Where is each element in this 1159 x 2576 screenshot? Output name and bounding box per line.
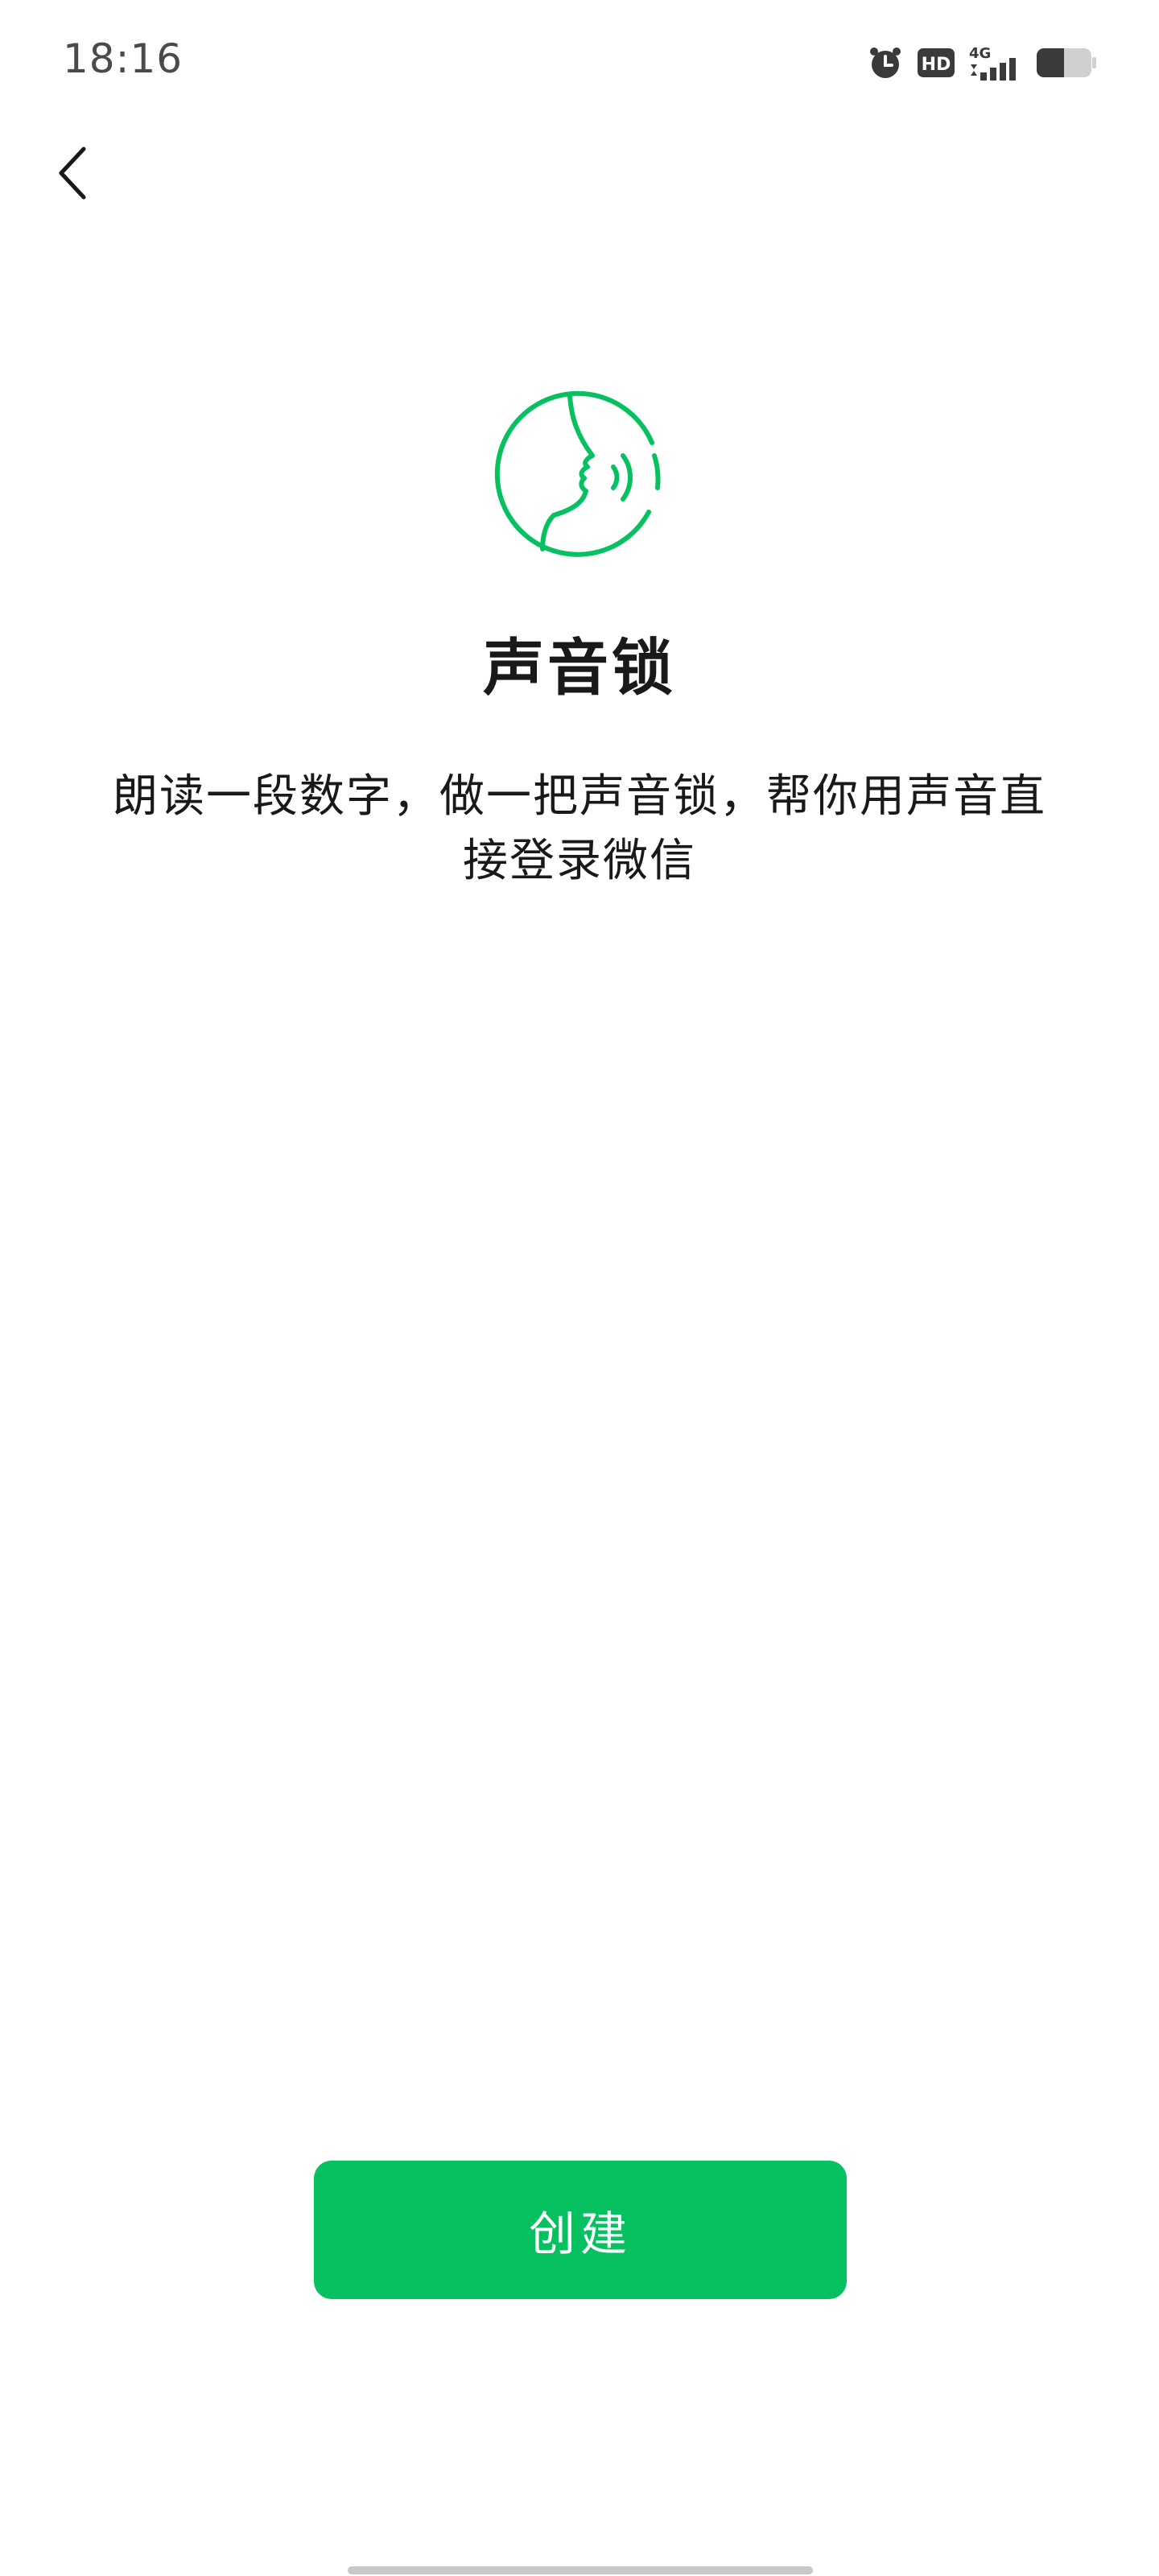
status-time: 18:16 — [63, 35, 184, 82]
svg-text:HD: HD — [922, 55, 951, 75]
4g-signal-icon: 4G — [969, 43, 1022, 82]
create-button[interactable]: 创建 — [314, 2161, 847, 2299]
status-icons: HD 4G — [868, 40, 1096, 85]
voice-face-icon — [491, 386, 668, 564]
home-indicator[interactable] — [348, 2566, 813, 2574]
chevron-left-icon — [59, 147, 86, 200]
description-text: 朗读一段数字，做一把声音锁，帮你用声音直接登录微信 — [113, 770, 1046, 887]
battery-icon — [1037, 47, 1096, 79]
alarm-icon — [868, 45, 903, 80]
back-button[interactable] — [32, 133, 113, 213]
hd-icon: HD — [918, 47, 955, 79]
status-bar: 18:16 HD 4G — [0, 0, 1159, 121]
svg-text:4G: 4G — [969, 45, 991, 62]
page-title: 声音锁 — [483, 632, 676, 704]
